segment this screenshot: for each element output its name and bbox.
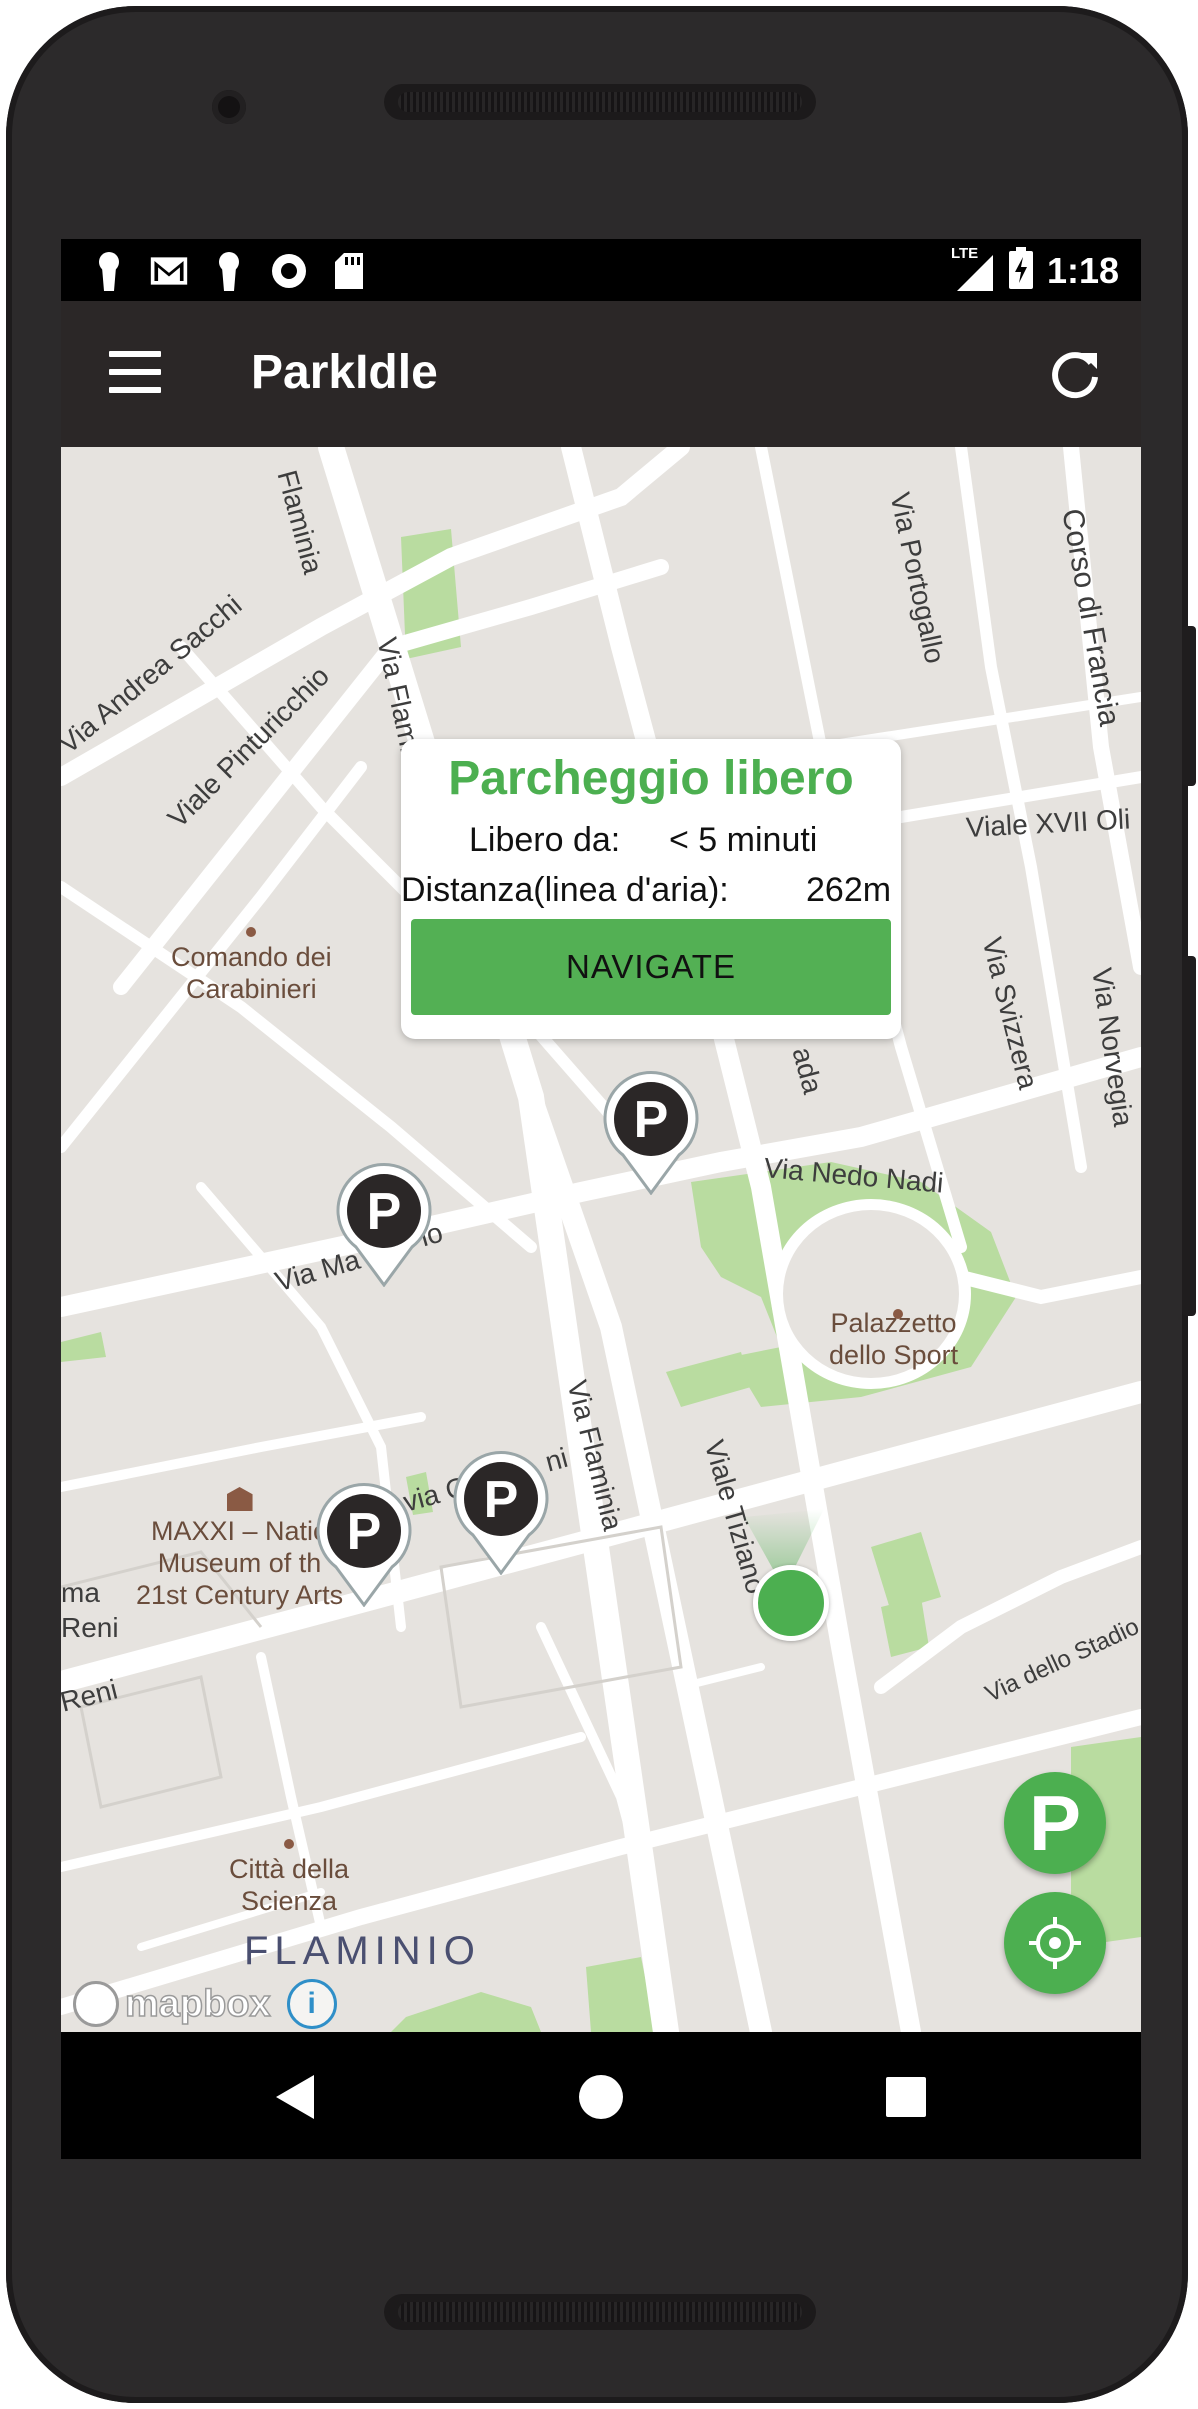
poi-name: Comando dei Carabinieri xyxy=(171,942,332,1004)
parking-info-popup: Parcheggio libero Libero da: < 5 minuti … xyxy=(401,739,901,1039)
popup-title: Parcheggio libero xyxy=(448,752,854,805)
refresh-icon xyxy=(1052,352,1098,399)
parking-icon: P xyxy=(1028,1778,1082,1867)
network-type: LTE xyxy=(950,244,979,262)
poi-name: Città della Scienza xyxy=(229,1854,350,1916)
poi-label: Città della Scienza xyxy=(229,1839,349,1917)
parking-marker[interactable]: P xyxy=(451,1447,551,1576)
user-location-dot xyxy=(753,1565,829,1641)
parking-marker-glyph: P xyxy=(346,1503,382,1561)
refresh-button[interactable] xyxy=(1047,347,1103,403)
street-label: ma xyxy=(61,1577,100,1608)
museum-icon xyxy=(226,1487,253,1511)
menu-button[interactable] xyxy=(109,351,161,399)
parking-marker-glyph: P xyxy=(633,1091,669,1149)
hamburger-menu-icon xyxy=(109,351,161,393)
record-icon xyxy=(269,251,309,291)
top-speaker xyxy=(384,84,816,120)
free-since-value: < 5 minuti xyxy=(669,821,818,859)
signal-icon: LTE xyxy=(951,245,995,293)
volume-button xyxy=(1182,956,1196,1316)
parking-marker-glyph: P xyxy=(366,1183,402,1241)
phone-frame: LTE 1:18 ParkIdle Flaminia Via Andrea Sa… xyxy=(6,6,1196,2403)
home-circle-icon xyxy=(579,2075,623,2119)
parking-marker-glyph: P xyxy=(483,1471,519,1529)
parking-marker[interactable]: P xyxy=(601,1067,701,1196)
poi-name: MAXXI – Natio Museum of th 21st Century … xyxy=(136,1516,344,1610)
recents-square-icon xyxy=(886,2077,926,2117)
back-button[interactable] xyxy=(261,2062,331,2132)
power-button xyxy=(1182,626,1196,786)
parking-marker[interactable]: P xyxy=(314,1479,414,1608)
district-label: FLAMINIO xyxy=(244,1929,481,1973)
system-nav-bar xyxy=(61,2032,1141,2159)
poi-dot xyxy=(246,927,257,937)
parking-fab[interactable]: P xyxy=(1004,1772,1106,1874)
app-bar: ParkIdle xyxy=(61,301,1141,447)
mapbox-attribution: mapbox i xyxy=(73,1979,337,2029)
free-since-label: Libero da: xyxy=(469,821,621,859)
bottom-speaker xyxy=(384,2294,816,2330)
home-button[interactable] xyxy=(566,2062,636,2132)
mapbox-wordmark: mapbox xyxy=(124,1982,271,2026)
clock: 1:18 xyxy=(1046,249,1119,291)
keyhole-icon xyxy=(209,251,249,291)
poi-label: Comando dei Carabinieri xyxy=(171,927,332,1005)
parking-marker[interactable]: P xyxy=(334,1159,434,1288)
keyhole-icon xyxy=(89,251,129,291)
distance-value: 262m xyxy=(806,871,892,909)
front-camera xyxy=(212,90,246,124)
street-label: Reni xyxy=(61,1612,119,1643)
sd-card-icon xyxy=(329,251,369,291)
back-triangle-icon xyxy=(276,2075,314,2119)
poi-dot xyxy=(284,1839,295,1849)
gmail-icon xyxy=(149,251,189,291)
app-title: ParkIdle xyxy=(251,346,438,399)
poi-dot xyxy=(893,1309,903,1319)
battery-icon xyxy=(1008,247,1033,294)
map-roads xyxy=(61,447,1141,2032)
navigate-button[interactable]: NAVIGATE xyxy=(411,919,891,1015)
screen: LTE 1:18 ParkIdle Flaminia Via Andrea Sa… xyxy=(61,239,1141,2159)
mapbox-logo-icon xyxy=(73,1981,119,2027)
distance-label: Distanza(linea d'aria): xyxy=(401,871,729,909)
status-bar: LTE 1:18 xyxy=(61,239,1141,301)
crosshair-icon xyxy=(1029,1917,1081,1969)
attribution-info-button[interactable]: i xyxy=(286,1979,337,2029)
map-view[interactable]: Flaminia Via Andrea Sacchi Viale Pinturi… xyxy=(61,447,1141,2032)
recents-button[interactable] xyxy=(871,2062,941,2132)
poi-label: MAXXI – Natio Museum of th 21st Century … xyxy=(136,1487,343,1611)
my-location-fab[interactable] xyxy=(1004,1892,1106,1994)
